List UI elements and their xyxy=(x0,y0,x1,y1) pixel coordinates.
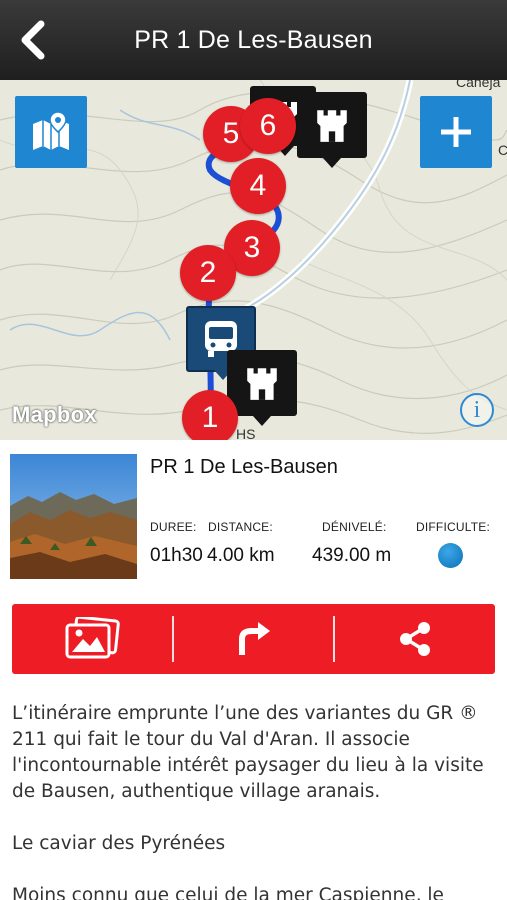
description-paragraph: L’itinéraire emprunte l’une des variante… xyxy=(12,703,484,802)
castle-icon xyxy=(247,368,277,400)
distance-value: 4.00 km xyxy=(207,545,275,566)
top-bar: PR 1 De Les-Bausen xyxy=(0,0,507,80)
description-subheading: Le caviar des Pyrénées xyxy=(12,833,226,854)
map-place-label: HS xyxy=(236,426,256,440)
mountain-photo xyxy=(10,454,137,579)
castle-poi-marker[interactable] xyxy=(297,92,367,168)
gallery-button[interactable] xyxy=(12,604,172,674)
gallery-icon xyxy=(65,617,120,659)
elevation-label: DÉNIVELÉ: xyxy=(322,520,387,534)
map-pin-icon xyxy=(33,111,69,150)
route-step-marker[interactable]: 6 xyxy=(240,98,296,154)
chevron-left-icon xyxy=(21,20,45,60)
share-button[interactable] xyxy=(335,604,495,674)
castle-poi-marker[interactable] xyxy=(227,350,297,426)
plus-icon xyxy=(441,117,471,147)
difficulty-indicator xyxy=(438,543,463,568)
route-step-marker[interactable]: 4 xyxy=(230,158,286,214)
distance-label: DISTANCE: xyxy=(208,520,273,534)
directions-button[interactable] xyxy=(174,604,334,674)
share-icon xyxy=(400,622,431,656)
duration-value: 01h30 xyxy=(150,545,203,566)
route-step-marker[interactable]: 2 xyxy=(180,245,236,301)
mapbox-attribution[interactable]: Mapbox xyxy=(12,402,97,428)
map-place-label: Caneja xyxy=(456,80,501,90)
zoom-in-button[interactable] xyxy=(420,96,492,168)
description-paragraph: Moins connu que celui de la mer Caspienn… xyxy=(12,885,444,900)
back-button[interactable] xyxy=(12,18,52,62)
route-summary: PR 1 De Les-Bausen DUREE: DISTANCE: DÉNI… xyxy=(0,440,507,590)
route-title: PR 1 De Les-Bausen xyxy=(150,456,338,478)
action-bar xyxy=(12,604,495,674)
route-map[interactable]: Caneja C HS 5 6 4 3 2 1 Mapbox i xyxy=(0,80,507,440)
page-title: PR 1 De Les-Bausen xyxy=(134,25,373,54)
map-place-label: C xyxy=(498,142,507,158)
castle-icon xyxy=(317,110,347,142)
map-layers-button[interactable] xyxy=(15,96,87,168)
route-step-marker[interactable]: 1 xyxy=(182,390,238,440)
route-thumbnail[interactable] xyxy=(10,454,137,579)
route-description: L’itinéraire emprunte l’une des variante… xyxy=(12,701,497,900)
elevation-value: 439.00 m xyxy=(312,545,392,566)
map-info-button[interactable]: i xyxy=(460,393,494,427)
duration-label: DUREE: xyxy=(150,520,197,534)
directions-icon xyxy=(238,622,270,655)
difficulty-label: DIFFICULTE: xyxy=(416,520,490,534)
